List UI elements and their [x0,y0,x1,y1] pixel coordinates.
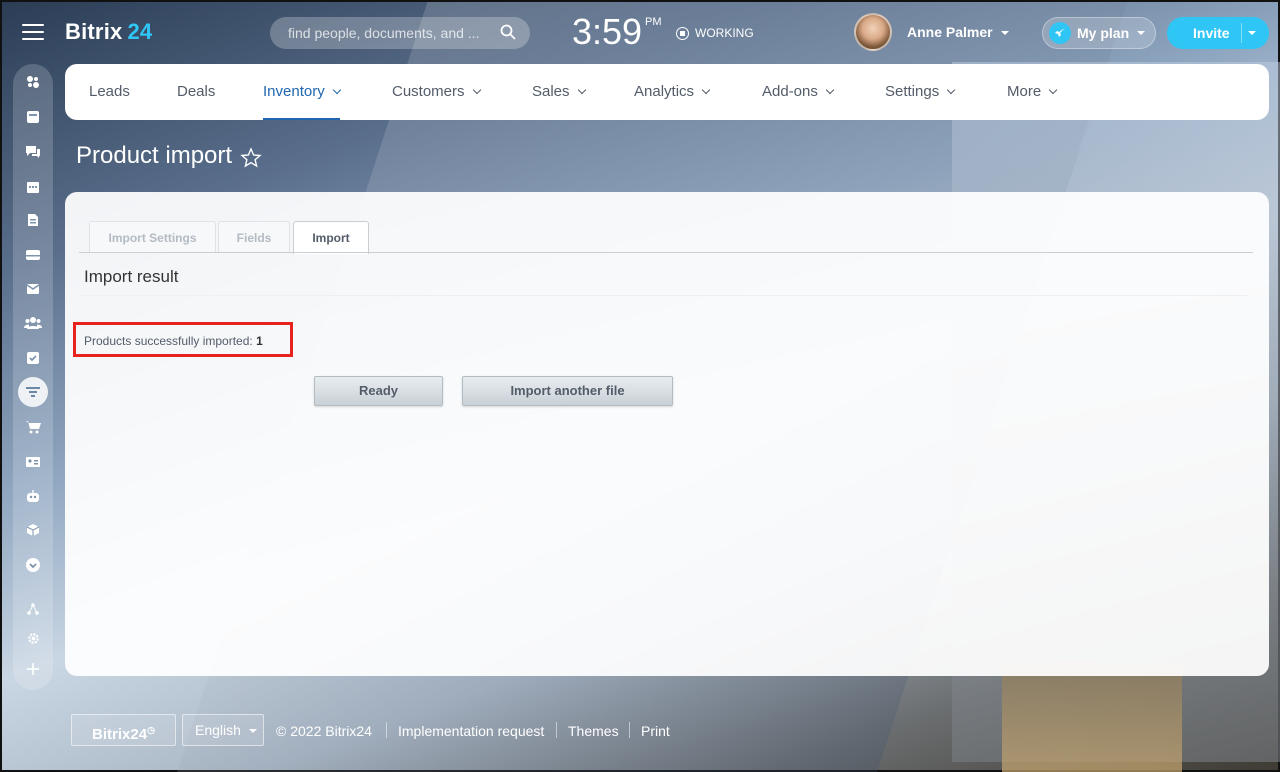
nav-more[interactable]: More [1007,64,1058,120]
nav-sales[interactable]: Sales [532,64,586,120]
sidebar-item-shop[interactable] [15,412,51,442]
sidebar-item-contact-center[interactable] [15,447,51,477]
user-name: Anne Palmer [907,24,993,40]
page-title: Product import [76,142,233,169]
language-select[interactable]: English [182,714,264,746]
nav-deals[interactable]: Deals [177,64,215,120]
caret-down-icon [1137,31,1146,35]
chevron-down-icon [332,85,341,95]
import-result-label: Products successfully imported: [84,334,253,348]
footer-print[interactable]: Print [641,723,670,739]
ready-button[interactable]: Ready [314,376,443,406]
sidebar-item-documents[interactable] [15,205,51,235]
user-menu[interactable]: Anne Palmer [907,24,1009,40]
chevron-down-circle-icon [26,558,40,572]
clock-ampm: PM [645,16,662,28]
sidebar-item-checklist[interactable] [15,343,51,373]
mail-icon [26,284,40,294]
sidebar-item-more[interactable] [15,550,51,580]
sidebar-item-inventory[interactable] [15,515,51,545]
contact-card-icon [26,457,40,467]
left-sidebar [2,2,64,772]
document-icon [28,214,38,226]
import-result-count: 1 [256,334,263,348]
sidebar-item-crm[interactable] [15,377,51,407]
star-icon[interactable] [240,147,262,169]
feed-icon [27,76,39,88]
nav-add-ons[interactable]: Add-ons [762,64,835,120]
sitemap-icon[interactable] [22,600,44,622]
sidebar-item-employees[interactable] [15,308,51,338]
gear-icon[interactable] [22,630,44,652]
logo-text: Bitrix [65,19,123,44]
footer-themes[interactable]: Themes [568,723,619,739]
invite-button[interactable]: Invite [1167,17,1269,49]
footer-copyright: © 2022 Bitrix24 [276,723,372,739]
cart-icon [26,421,41,434]
language-label: English [195,722,241,738]
chevron-down-icon [946,85,956,95]
chevron-down-icon [577,85,586,95]
tab-fields[interactable]: Fields [218,221,290,253]
sidebar-item-tasks[interactable] [15,102,51,132]
drive-icon [26,250,40,260]
import-another-file-button[interactable]: Import another file [462,376,673,406]
rocket-icon [1049,22,1071,44]
chevron-down-icon [1048,85,1058,95]
sidebar-item-robots[interactable] [15,481,51,511]
work-status[interactable]: WORKING [676,26,754,40]
import-result-title: Import result [84,267,179,286]
sidebar-item-drive[interactable] [15,240,51,270]
bitrix24-logo[interactable]: Bitrix 24 [65,19,152,45]
calendar-icon [27,182,39,193]
caret-down-icon [1000,31,1009,36]
checkbox-icon [27,352,39,364]
chevron-down-icon [701,85,711,95]
footer-logo[interactable]: Bitrix24◷ [71,714,176,746]
caret-down-icon[interactable] [1248,31,1256,35]
footer-implementation-request[interactable]: Implementation request [398,723,544,739]
search-input[interactable] [270,17,530,49]
my-plan-label: My plan [1077,25,1130,41]
group-icon [24,317,42,329]
nav-customers[interactable]: Customers [392,64,481,120]
main-panel: Import Settings Fields Import Import res… [65,192,1269,676]
caret-down-icon [248,729,257,734]
sidebar-item-chat[interactable] [15,137,51,167]
logo-number: 24 [127,19,153,44]
tab-import[interactable]: Import [293,221,369,254]
plus-icon[interactable] [22,660,44,682]
tab-import-settings[interactable]: Import Settings [89,221,216,253]
chevron-down-icon [472,85,481,95]
nav-leads[interactable]: Leads [89,64,130,120]
invite-label: Invite [1193,25,1230,41]
search-icon[interactable] [500,24,516,40]
import-result-text: Products successfully imported: 1 [84,334,263,348]
nav-settings[interactable]: Settings [885,64,956,120]
chevron-down-icon [825,85,835,95]
work-status-label: WORKING [695,26,754,40]
my-plan-button[interactable]: My plan [1042,17,1156,49]
hamburger-menu-icon[interactable] [22,24,44,42]
footer-logo-text: Bitrix24 [92,726,148,743]
sidebar-item-mail[interactable] [15,274,51,304]
box-icon [26,524,40,536]
tasks-icon [27,111,39,123]
avatar[interactable] [854,13,892,51]
sidebar-item-calendar[interactable] [15,172,51,202]
clock-time[interactable]: 3:59 [572,11,642,53]
chat-icon [26,146,40,158]
top-nav: Leads Deals Inventory Customers Sales An… [65,64,1269,120]
stop-icon [676,26,689,40]
robot-icon [27,490,39,502]
crm-filter-icon [18,377,48,407]
nav-analytics[interactable]: Analytics [634,64,711,120]
sidebar-item-feed[interactable] [15,67,51,97]
nav-inventory[interactable]: Inventory [263,64,341,120]
